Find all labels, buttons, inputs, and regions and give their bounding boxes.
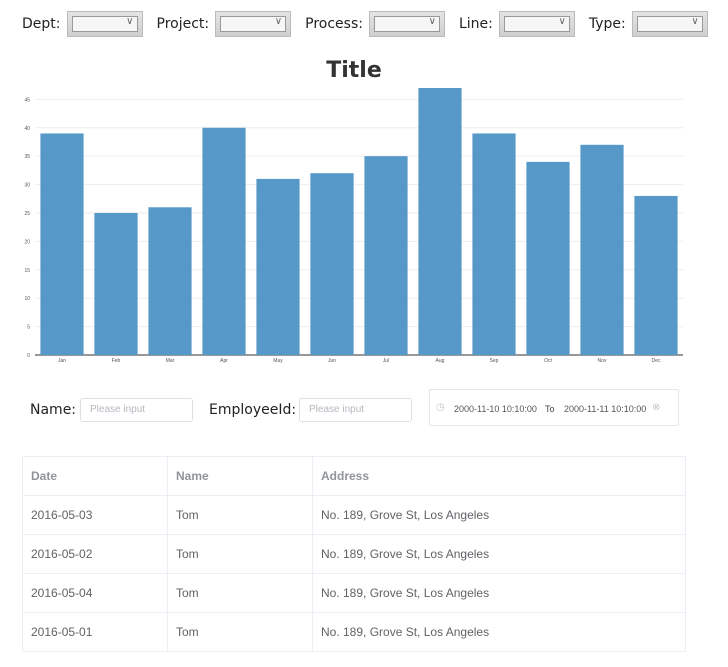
table-row[interactable]: 2016-05-02 Tom No. 189, Grove St, Los An… (23, 535, 685, 574)
chevron-down-icon: ∨ (558, 16, 566, 27)
cell-date: 2016-05-02 (23, 535, 168, 573)
cell-date: 2016-05-01 (23, 613, 168, 651)
employee-id-input[interactable]: Please input (299, 398, 412, 422)
x-tick-label: Jun (328, 358, 336, 364)
x-tick-label: Sep (490, 358, 499, 364)
cell-address: No. 189, Grove St, Los Angeles (321, 547, 490, 561)
y-tick-label: 20 (24, 239, 30, 245)
x-tick-label: Feb (112, 358, 121, 364)
x-tick-label: Dec (652, 358, 661, 364)
clock-icon: ◷ (436, 402, 445, 413)
column-header-date[interactable]: Date (23, 457, 168, 495)
bar (472, 133, 516, 355)
filter-type: Type: ∨ (589, 11, 708, 37)
table-row[interactable]: 2016-05-01 Tom No. 189, Grove St, Los An… (23, 613, 685, 652)
filter-process-label: Process: (305, 16, 363, 32)
bar (580, 144, 624, 355)
chart-title: Title (326, 58, 382, 83)
y-tick-label: 15 (24, 268, 30, 274)
column-header-address[interactable]: Address (313, 457, 685, 495)
filter-line: Line: ∨ (459, 11, 575, 37)
bar (256, 178, 300, 355)
data-table: Date Name Address 2016-05-03 Tom No. 189… (22, 456, 686, 652)
range-start[interactable]: 2000-11-10 10:10:00 (454, 404, 537, 414)
x-tick-label: May (273, 358, 283, 364)
y-tick-label: 30 (24, 183, 30, 189)
bar (94, 212, 138, 355)
bar (310, 173, 354, 355)
y-tick-label: 35 (24, 154, 30, 160)
bar-chart: 0 5 10 15 20 25 30 35 40 45 Jan Feb Mar Apr May Jun Jul A… (24, 88, 683, 364)
type-select[interactable]: ∨ (631, 11, 708, 37)
range-separator: To (545, 404, 555, 414)
y-tick-label: 40 (24, 126, 30, 132)
y-tick-label: 45 (24, 97, 30, 103)
filter-project-label: Project: (156, 16, 210, 32)
line-select[interactable]: ∨ (498, 11, 575, 37)
x-tick-label: Mar (166, 358, 175, 364)
filter-dept: Dept: ∨ (22, 11, 143, 37)
cell-name: Tom (168, 496, 313, 534)
filter-dept-label: Dept: (22, 16, 61, 32)
cell-address: No. 189, Grove St, Los Angeles (321, 508, 490, 522)
cell-date: 2016-05-04 (23, 574, 168, 612)
project-select[interactable]: ∨ (215, 11, 292, 37)
x-tick-label: Nov (598, 358, 607, 364)
cell-address: No. 189, Grove St, Los Angeles (321, 625, 490, 639)
x-tick-label: Oct (544, 358, 552, 364)
bar (40, 133, 84, 355)
date-range-picker[interactable]: ◷ 2000-11-10 10:10:00 To 2000-11-11 10:1… (429, 389, 679, 426)
x-tick-label: Jul (383, 358, 389, 364)
process-select[interactable]: ∨ (368, 11, 445, 37)
filter-type-label: Type: (588, 16, 626, 32)
search-row: Name: Please input EmployeeId: Please in… (0, 389, 728, 428)
name-input[interactable]: Please input (80, 398, 193, 422)
cell-name: Tom (168, 574, 313, 612)
bar (418, 88, 462, 355)
bar (526, 161, 570, 355)
name-label: Name: (30, 402, 77, 418)
chevron-down-icon: ∨ (274, 16, 283, 27)
cell-address: No. 189, Grove St, Los Angeles (321, 586, 490, 600)
employee-id-label: EmployeeId: (209, 402, 297, 418)
bar (634, 195, 678, 355)
range-end[interactable]: 2000-11-11 10:10:00 (564, 404, 646, 414)
filter-project: Project: ∨ (157, 11, 292, 37)
table-header-row: Date Name Address (23, 457, 685, 496)
bar (364, 156, 408, 355)
cell-name: Tom (168, 613, 313, 651)
filter-line-label: Line: (458, 16, 493, 32)
y-tick-label: 0 (27, 353, 30, 359)
y-tick-label: 25 (24, 211, 30, 217)
bar (148, 207, 192, 355)
bar (202, 127, 246, 355)
chevron-down-icon: ∨ (428, 16, 436, 27)
chevron-down-icon: ∨ (126, 16, 134, 27)
x-tick-label: Jan (58, 358, 66, 364)
table-row[interactable]: 2016-05-03 Tom No. 189, Grove St, Los An… (23, 496, 685, 535)
filter-bar: Dept: ∨ Project: ∨ Process: ∨ Line: ∨ Ty… (22, 10, 722, 38)
x-tick-label: Aug (436, 358, 445, 364)
x-tick-label: Apr (220, 358, 228, 364)
filter-process: Process: ∨ (305, 11, 445, 37)
column-header-name[interactable]: Name (168, 457, 313, 495)
clear-icon[interactable]: ⊗ (652, 402, 660, 413)
cell-name: Tom (168, 535, 313, 573)
y-tick-label: 10 (24, 296, 30, 302)
chevron-down-icon: ∨ (691, 16, 699, 27)
table-row[interactable]: 2016-05-04 Tom No. 189, Grove St, Los An… (23, 574, 685, 613)
dept-select[interactable]: ∨ (66, 11, 143, 37)
y-tick-label: 5 (27, 325, 30, 331)
cell-date: 2016-05-03 (23, 496, 168, 534)
